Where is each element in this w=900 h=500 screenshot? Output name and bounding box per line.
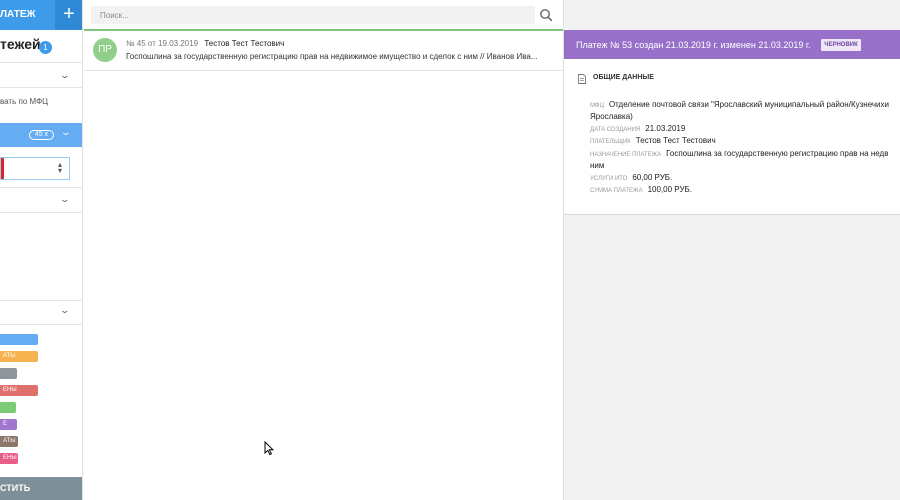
field-value: 21.03.2019	[645, 124, 686, 133]
status-tag[interactable]: АТЫ	[0, 436, 18, 447]
created-date-field: ДАТА СОЗДАНИЯ 21.03.2019	[590, 124, 685, 133]
divider	[0, 324, 82, 325]
divider	[0, 187, 82, 188]
field-value: Отделение почтовой связи "Ярославский му…	[608, 100, 889, 109]
payment-meta: № 45 от 19.03.2019 Тестов Тест Тестович	[126, 39, 284, 48]
divider	[0, 87, 82, 88]
field-label: СУММА ПЛАТЕЖА	[590, 188, 643, 194]
list-item[interactable]: ПР № 45 от 19.03.2019 Тестов Тест Тестов…	[84, 31, 563, 71]
mfc-field: МФЦ Отделение почтовой связи "Ярославский…	[590, 100, 889, 109]
payments-count-badge: 1	[39, 41, 52, 54]
avatar: ПР	[93, 38, 117, 62]
clear-filters-button[interactable]: СТИТЬ	[0, 477, 82, 500]
mouse-cursor-icon	[264, 441, 274, 456]
general-data-card: ОБЩИЕ ДАННЫЕ МФЦ Отделение почтовой связи…	[564, 59, 900, 215]
field-value: 60,00 РУБ.	[632, 173, 673, 182]
error-marker	[1, 158, 4, 179]
field-label: ДАТА СОЗДАНИЯ	[590, 127, 641, 133]
mfc-field-continued: Ярославка)	[590, 112, 633, 121]
chevron-down-icon[interactable]: ⌄	[60, 70, 71, 81]
field-label: ПЛАТЕЛЬЩИК	[590, 139, 631, 145]
filter-chip[interactable]: 45 x	[29, 130, 54, 140]
status-badge: ЧЕРНОВИК	[821, 39, 861, 51]
services-total-field: УСЛУГИ ИТО 60,00 РУБ.	[590, 173, 672, 182]
field-label: УСЛУГИ ИТО	[590, 176, 628, 182]
filter-by-mfc-label[interactable]: вать по МФЦ	[0, 97, 48, 106]
sidebar: ЛАТЕЖ + тежей 1 ⌄ вать по МФЦ 45 x ⌄ ▴ ▾ …	[0, 0, 83, 500]
purpose-field: НАЗНАЧЕНИЕ ПЛАТЕЖА Госпошлина за государс…	[590, 149, 888, 158]
field-value: Госпошлина за государственную регистраци…	[666, 149, 889, 158]
divider	[0, 212, 82, 213]
detail-header: Платеж № 53 создан 21.03.2019 г. изменен…	[564, 30, 900, 59]
chevron-down-icon[interactable]: ⌄	[61, 127, 72, 138]
active-filter-bar[interactable]: 45 x ⌄	[0, 123, 82, 147]
filter-select[interactable]: ▴ ▾	[0, 157, 70, 180]
payment-number-date: № 45 от 19.03.2019	[126, 39, 199, 48]
purpose-field-continued: ним	[590, 161, 604, 170]
detail-title: Платеж № 53 создан 21.03.2019 г. изменен…	[576, 40, 811, 50]
new-payment-header[interactable]: ЛАТЕЖ +	[0, 0, 82, 30]
search-box[interactable]	[91, 6, 535, 24]
payer-name: Тестов Тест Тестович	[204, 39, 285, 48]
payments-section-title: тежей	[0, 36, 41, 52]
document-icon	[578, 74, 586, 84]
search-input[interactable]	[91, 6, 535, 24]
section-title: ОБЩИЕ ДАННЫЕ	[593, 74, 654, 81]
payment-detail-panel: Платеж № 53 создан 21.03.2019 г. изменен…	[563, 0, 900, 500]
select-arrows-icon: ▴ ▾	[57, 160, 62, 175]
status-tag[interactable]	[0, 402, 16, 413]
status-tag[interactable]	[0, 368, 17, 379]
status-tag[interactable]	[0, 334, 38, 345]
divider	[0, 62, 82, 63]
field-value: ним	[590, 161, 605, 170]
field-label: МФЦ	[590, 103, 604, 109]
payer-field: ПЛАТЕЛЬЩИК Тестов Тест Тестович	[590, 136, 716, 145]
filter-chip-value: 45	[34, 131, 43, 138]
status-tag[interactable]: ЕНЫ	[0, 385, 38, 396]
field-value: 100,00 РУБ.	[647, 185, 693, 194]
search-icon[interactable]	[539, 8, 553, 22]
field-value: Ярославка)	[590, 112, 633, 121]
add-icon[interactable]: +	[55, 0, 82, 30]
chevron-down-icon[interactable]: ⌄	[60, 305, 71, 316]
field-label: НАЗНАЧЕНИЕ ПЛАТЕЖА	[590, 152, 662, 158]
status-tag[interactable]: АТЫ	[0, 351, 38, 362]
chevron-down-icon[interactable]: ⌄	[60, 194, 71, 205]
payment-list-panel: ПР № 45 от 19.03.2019 Тестов Тест Тестов…	[84, 0, 563, 500]
new-payment-label[interactable]: ЛАТЕЖ	[0, 0, 36, 30]
status-tag[interactable]: ЕНЫ	[0, 453, 18, 464]
payment-description: Госпошлина за государственную регистраци…	[126, 52, 538, 61]
divider	[0, 300, 82, 301]
close-icon[interactable]: x	[45, 131, 49, 138]
status-tag[interactable]: Е	[0, 419, 17, 430]
payment-amount-field: СУММА ПЛАТЕЖА 100,00 РУБ.	[590, 185, 692, 194]
field-value: Тестов Тест Тестович	[635, 136, 716, 145]
